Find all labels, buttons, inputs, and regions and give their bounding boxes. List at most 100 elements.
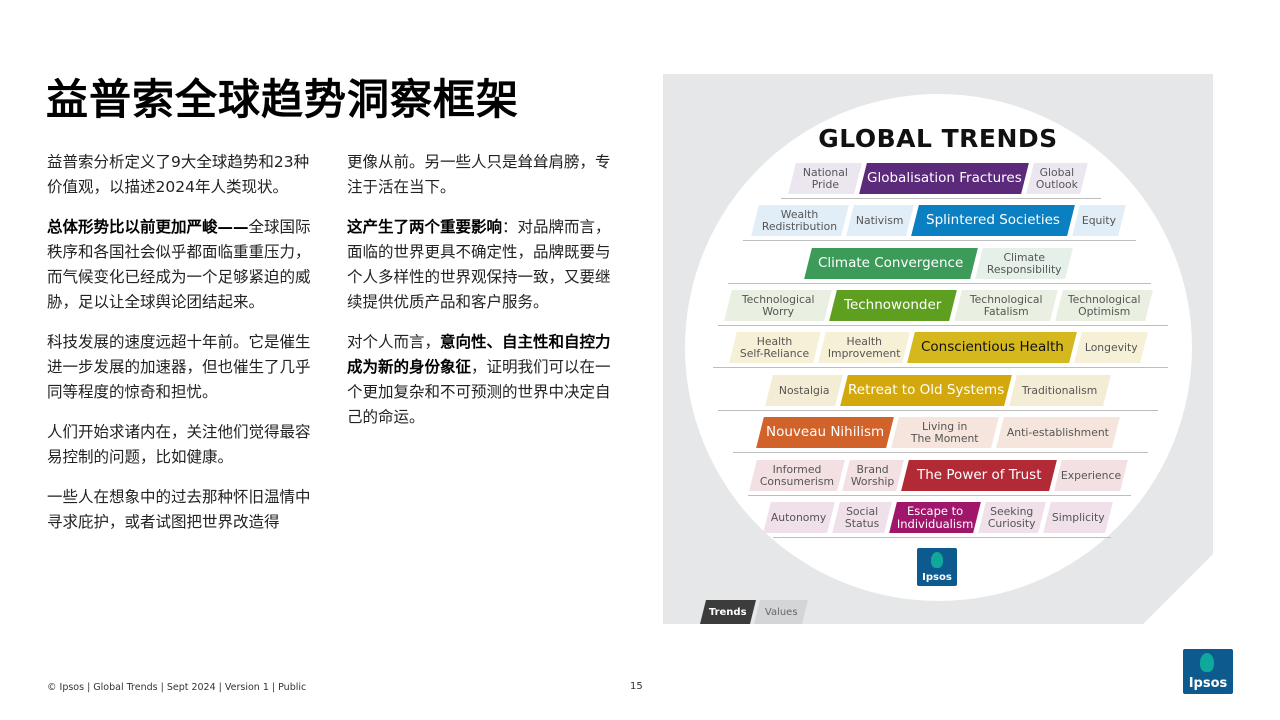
chip-label: Living in The Moment [911,419,979,445]
value-social-status[interactable]: Social Status [832,502,892,533]
chip-label: Technowonder [843,297,942,313]
ipsos-logo-big-mark-icon [1200,653,1214,672]
value-living-in-the-moment[interactable]: Living in The Moment [891,417,999,448]
chip-label: Social Status [844,504,880,530]
tab-trends[interactable]: Trends [700,600,756,624]
chip-label: Nostalgia [778,383,830,397]
chip-label: Simplicity [1051,510,1105,524]
chip-label: Anti-establishment [1006,425,1110,439]
trend-climate-convergence[interactable]: Climate Convergence [803,248,978,279]
trend-the-power-of-trust[interactable]: The Power of Trust [900,460,1057,491]
value-equity[interactable]: Equity [1071,205,1126,236]
value-traditionalism[interactable]: Traditionalism [1009,375,1111,406]
chip-label: Equity [1081,213,1116,227]
chip-label: Globalisation Fractures [866,170,1022,186]
trend-nouveau-nihilism[interactable]: Nouveau Nihilism [756,417,894,448]
row-divider [713,367,1168,368]
value-informed-consumerism[interactable]: Informed Consumerism [748,460,845,491]
chip-label: Nouveau Nihilism [765,424,885,440]
ipsos-logo-text: Ipsos [1188,676,1228,691]
intro-paragraph: 益普索分析定义了9大全球趋势和23种价值观，以描述2024年人类现状。 [47,153,310,196]
chip-label: Retreat to Old Systems [847,382,1005,398]
nostalgia-paragraph: 一些人在想象中的过去那种怀旧温情中寻求庇护，或者试图把世界改造得 [47,488,311,531]
trend-technowonder[interactable]: Technowonder [828,290,957,321]
chip-label: Informed Consumerism [759,462,834,488]
value-wealth-redistribution[interactable]: Wealth Redistribution [750,205,849,236]
technology-paragraph: 科技发展的速度远超十年前。它是催生进一步发展的加速器，但也催生了几乎同等程度的惊… [47,333,311,401]
value-brand-worship[interactable]: Brand Worship [841,460,904,491]
chip-label: Traditionalism [1022,383,1098,397]
value-nostalgia[interactable]: Nostalgia [765,375,843,406]
impact-bold: 这产生了两个重要影响 [347,218,503,236]
trend-escape-to-individualism[interactable]: Escape to Individualism [889,502,981,533]
row-divider [743,240,1136,241]
ipsos-logo-mark-icon [931,552,943,568]
row-divider [718,410,1158,411]
impact-paragraph: 这产生了两个重要影响：对品牌而言，面临的世界更具不确定性，品牌既要与个人多样性的… [347,215,617,315]
chip-label: National Pride [802,165,848,191]
chip-label: Technological Optimism [1067,292,1140,318]
trend-conscientious-health[interactable]: Conscientious Health [906,332,1077,363]
chip-label: Climate Responsibility [986,250,1061,276]
page-title: 益普索全球趋势洞察框架 [46,75,520,124]
value-national-pride[interactable]: National Pride [788,163,862,194]
trend-globalisation-fractures[interactable]: Globalisation Fractures [859,163,1029,194]
value-technological-fatalism[interactable]: Technological Fatalism [953,290,1058,321]
chip-label: Climate Convergence [817,255,964,271]
chip-label: Health Improvement [827,334,900,360]
chip-label: Wealth Redistribution [761,207,838,233]
value-climate-responsibility[interactable]: Climate Responsibility [974,248,1073,279]
value-technological-optimism[interactable]: Technological Optimism [1054,290,1153,321]
value-experience[interactable]: Experience [1053,460,1128,491]
chip-label: Autonomy [771,510,827,524]
value-simplicity[interactable]: Simplicity [1043,502,1113,533]
chip-label: Splintered Societies [925,212,1060,228]
value-global-outlook[interactable]: Global Outlook [1026,163,1088,194]
chip-label: Global Outlook [1035,165,1079,191]
value-health-improvement[interactable]: Health Improvement [817,332,910,363]
footer-text: © Ipsos | Global Trends | Sept 2024 | Ve… [47,682,307,693]
chip-label: Technological Worry [741,292,814,318]
ipsos-logo-small-text: Ipsos [922,572,952,583]
value-autonomy[interactable]: Autonomy [763,502,835,533]
trend-retreat-to-old-systems[interactable]: Retreat to Old Systems [840,375,1012,406]
chip-label: Technological Fatalism [969,292,1042,318]
page-number: 15 [630,681,643,692]
value-seeking-curiosity[interactable]: Seeking Curiosity [978,502,1046,533]
row-divider [748,495,1131,496]
tab-trends-label: Trends [709,606,747,618]
chip-label: Longevity [1084,340,1137,354]
chip-label: Nativism [855,213,904,227]
chip-label: Conscientious Health [920,339,1063,355]
trend-splintered-societies[interactable]: Splintered Societies [910,205,1075,236]
individual-paragraph: 对个人而言，意向性、自主性和自控力成为新的身份象征，证明我们可以在一个更加复杂和… [347,330,617,430]
tab-values[interactable]: Values [754,600,808,624]
value-anti-establishment[interactable]: Anti-establishment [996,417,1120,448]
middle-text-column: 更像从前。另一些人只是耸耸肩膀，专注于活在当下。 这产生了两个重要影响：对品牌而… [347,150,617,445]
continuation-paragraph: 更像从前。另一些人只是耸耸肩膀，专注于活在当下。 [347,153,611,196]
left-text-column: 益普索分析定义了9大全球趋势和23种价值观，以描述2024年人类现状。 总体形势… [47,150,319,550]
tab-values-label: Values [764,606,798,618]
framework-title: GLOBAL TRENDS [818,124,1058,153]
row-divider [718,325,1168,326]
value-health-self-reliance[interactable]: Health Self-Reliance [728,332,821,363]
value-nativism[interactable]: Nativism [845,205,914,236]
chip-label: Brand Worship [850,462,895,488]
row-divider [773,537,1111,538]
situation-bold: 总体形势比以前更加严峻—— [47,218,249,236]
chip-label: Health Self-Reliance [739,334,810,360]
situation-paragraph: 总体形势比以前更加严峻——全球国际秩序和各国社会似乎都面临重重压力，而气候变化已… [47,215,319,315]
value-longevity[interactable]: Longevity [1073,332,1148,363]
panel-corner-cut [1143,554,1213,624]
chip-label: The Power of Trust [916,467,1041,483]
row-divider [728,283,1151,284]
chip-label: Experience [1060,468,1121,482]
ipsos-logo: Ipsos [1183,649,1233,694]
individual-start: 对个人而言， [347,333,441,351]
value-technological-worry[interactable]: Technological Worry [723,290,832,321]
ipsos-logo-small: Ipsos [917,548,957,586]
global-trends-framework: GLOBAL TRENDS National Pride Globalisatio… [663,74,1213,624]
chip-label: Seeking Curiosity [988,504,1036,530]
health-paragraph: 人们开始求诸内在，关注他们觉得最容易控制的问题，比如健康。 [47,423,311,466]
row-divider [733,452,1148,453]
